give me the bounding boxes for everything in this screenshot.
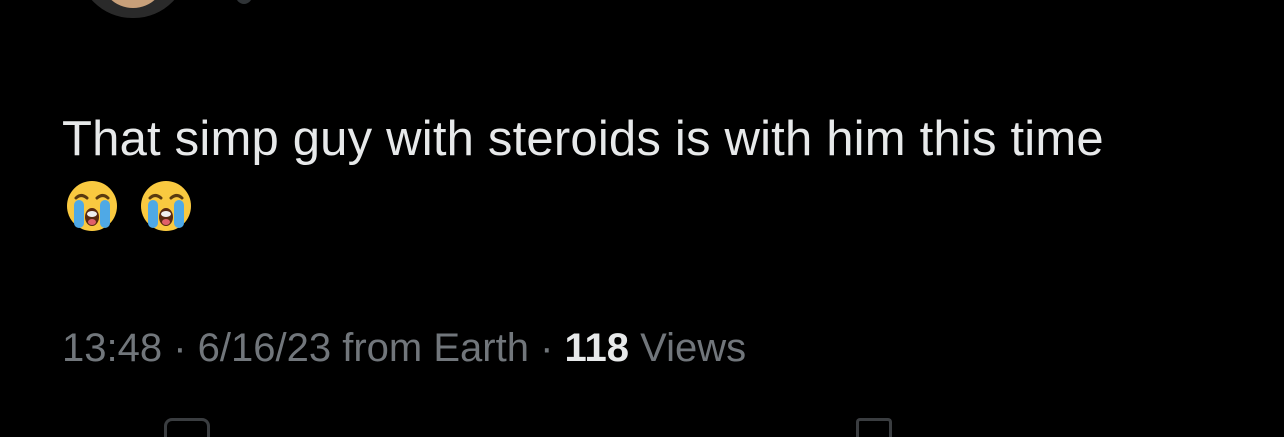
author-name-fragment: [236, 0, 252, 4]
loudly-crying-face-icon: [64, 178, 120, 239]
tweet-time[interactable]: 13:48: [62, 326, 162, 370]
tweet-text: That simp guy with steroids is with him …: [62, 112, 1104, 166]
meta-separator: ·: [162, 326, 198, 370]
bookmark-icon[interactable]: [856, 418, 892, 437]
tweet-meta: 13:48 · 6/16/23 from Earth · 118 Views: [62, 322, 746, 374]
tweet-emojis: [64, 178, 194, 239]
tweet-source: from Earth: [331, 326, 529, 370]
views-count[interactable]: 118: [565, 326, 630, 370]
avatar-face: [100, 0, 166, 8]
avatar[interactable]: [78, 0, 188, 18]
meta-separator: ·: [528, 326, 565, 370]
loudly-crying-face-icon: [138, 178, 194, 239]
views-label[interactable]: Views: [629, 326, 746, 370]
tweet-date[interactable]: 6/16/23: [198, 326, 331, 370]
reply-icon[interactable]: [164, 418, 210, 437]
